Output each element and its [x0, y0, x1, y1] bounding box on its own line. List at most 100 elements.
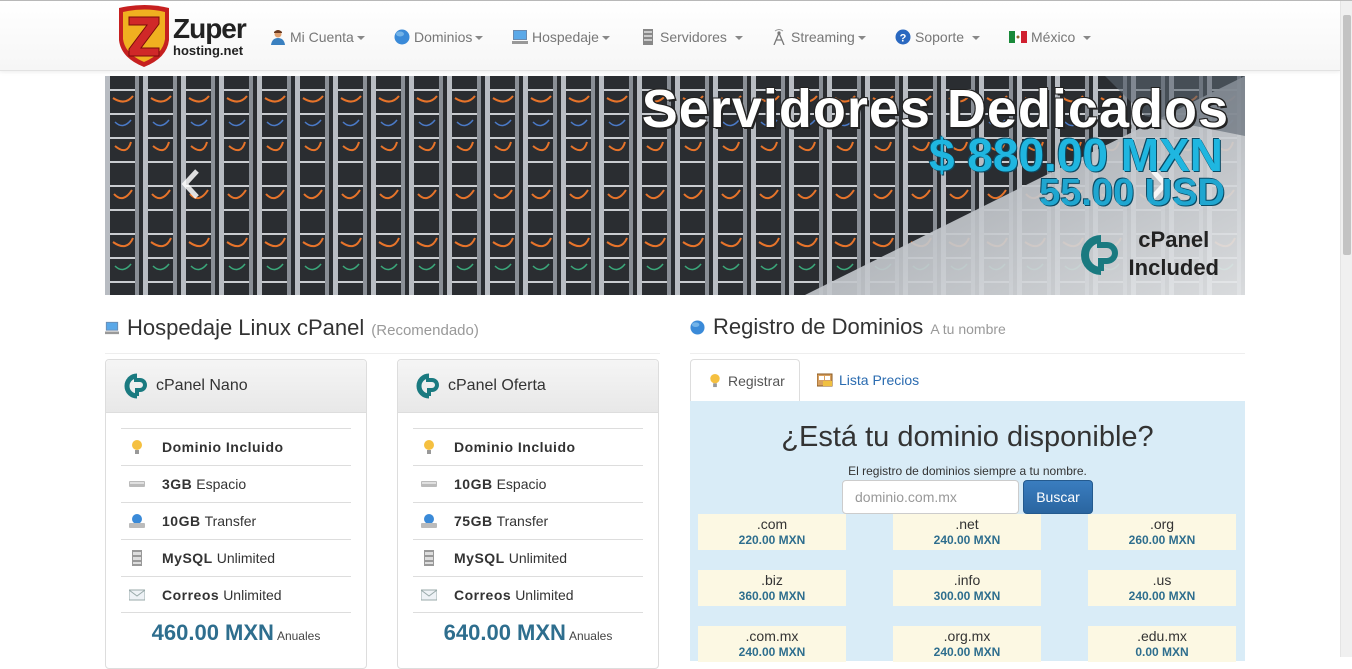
hosting-subtitle: (Recomendado) [371, 322, 479, 339]
globe-icon [690, 319, 705, 335]
caret-down-icon [601, 36, 610, 40]
caret-down-icon [734, 36, 743, 40]
svg-text:?: ? [900, 33, 907, 45]
plan-card-nano: cPanel Nano Dominio Incluido 3GB Espacio … [105, 359, 367, 669]
scrollbar-thumb[interactable] [1343, 15, 1351, 255]
vertical-scrollbar[interactable] [1340, 1, 1352, 657]
tld-card[interactable]: .biz 360.00 MXN [698, 570, 846, 606]
tld-card[interactable]: .org 260.00 MXN [1088, 514, 1236, 550]
domain-search-heading: ¿Está tu dominio disponible? [781, 421, 1154, 453]
feature-row: MySQL Unlimited [121, 539, 351, 576]
tld-card[interactable]: .com 220.00 MXN [698, 514, 846, 550]
domain-tabs: Registrar Lista Precios [690, 359, 1245, 401]
database-icon [424, 550, 434, 566]
brand-logo[interactable]: Zuper hosting.net [115, 4, 251, 68]
database-icon [132, 550, 142, 566]
user-icon [271, 30, 285, 45]
nav-dominios[interactable]: Dominios [394, 27, 484, 47]
tld-card[interactable]: .us 240.00 MXN [1088, 570, 1236, 606]
plan-price-period: Anuales [276, 629, 321, 643]
hard-drive-icon [129, 481, 145, 487]
nav-label: Dominios [414, 29, 473, 45]
tab-label: Lista Precios [839, 372, 920, 388]
caret-down-icon [1083, 36, 1092, 40]
domain-search-button[interactable]: Buscar [1023, 480, 1093, 514]
computer-icon [512, 30, 528, 44]
nav-mi-cuenta[interactable]: Mi Cuenta [270, 27, 365, 47]
divider [690, 353, 1245, 354]
lightbulb-icon [132, 440, 142, 454]
cpanel-logo-icon [1081, 235, 1118, 275]
hard-drive-icon [421, 481, 437, 487]
tab-lista-precios[interactable]: Lista Precios [817, 359, 919, 401]
divider [105, 353, 660, 354]
nav-label: Soporte [915, 29, 965, 45]
nav-label: Mi Cuenta [290, 29, 354, 45]
envelope-icon [129, 589, 145, 600]
carousel-prev-button[interactable] [179, 169, 203, 199]
nav-streaming[interactable]: Streaming [771, 27, 866, 47]
plan-header: cPanel Oferta [398, 360, 658, 413]
caret-down-icon [475, 36, 484, 40]
feature-row: 3GB Espacio [121, 465, 351, 502]
plan-price: 640.00 MXN Anuales [398, 620, 658, 646]
network-drive-icon [129, 514, 145, 528]
domains-title: Registro de Dominios [713, 314, 924, 339]
plan-features: Dominio Incluido 3GB Espacio 10GB Transfer… [121, 428, 351, 613]
nav-label: México [1031, 29, 1076, 45]
tab-registrar[interactable]: Registrar [690, 359, 800, 401]
feature-row: MySQL Unlimited [413, 539, 643, 576]
cpanel-logo-icon [416, 373, 439, 399]
tab-label: Registrar [728, 372, 785, 389]
banner-cpanel-included: cPanel Included [1129, 226, 1219, 282]
feature-row: Dominio Incluido [121, 428, 351, 465]
plan-header: cPanel Nano [106, 360, 366, 413]
hero-carousel[interactable]: Servidores Dedicados $ 880.00 MXN 55.00 … [105, 76, 1245, 295]
plan-price-value: 460.00 MXN [151, 620, 274, 645]
nav-label: Hospedaje [532, 29, 599, 45]
plan-name: cPanel Nano [156, 377, 248, 394]
nav-servidores[interactable]: Servidores [640, 27, 743, 47]
lightbulb-icon [710, 373, 720, 388]
svg-text:hosting.net: hosting.net [173, 43, 244, 58]
caret-down-icon [972, 36, 981, 40]
nav-label: Servidores [660, 29, 727, 45]
feature-row: 10GB Espacio [413, 465, 643, 502]
banner-cpanel-line2: Included [1128, 255, 1219, 280]
feature-row: Correos Unlimited [121, 576, 351, 613]
price-list-icon [817, 373, 833, 387]
nav-soporte[interactable]: ? Soporte [895, 27, 981, 47]
plan-card-oferta: cPanel Oferta Dominio Incluido 10GB Espac… [397, 359, 659, 669]
domain-search-subheading: El registro de dominios siempre a tu nom… [848, 464, 1087, 478]
zuper-shield-icon: Zuper hosting.net [119, 5, 248, 67]
lightbulb-icon [424, 440, 434, 454]
computer-icon [105, 321, 119, 335]
feature-row: Dominio Incluido [413, 428, 643, 465]
caret-down-icon [356, 36, 365, 40]
domains-subtitle: A tu nombre [930, 321, 1006, 337]
banner-cpanel-line1: cPanel [1138, 227, 1210, 252]
envelope-icon [421, 589, 437, 600]
network-drive-icon [421, 514, 437, 528]
help-icon: ? [895, 29, 911, 45]
navbar: Zuper hosting.net Mi Cuenta Dominios Hos… [0, 1, 1340, 71]
feature-row: 10GB Transfer [121, 502, 351, 539]
domain-search-input[interactable] [842, 480, 1019, 514]
tld-card[interactable]: .net 240.00 MXN [893, 514, 1041, 550]
svg-text:Zuper: Zuper [173, 13, 247, 44]
server-icon [643, 29, 653, 45]
mexico-flag-icon [1009, 31, 1027, 43]
cpanel-logo-icon [124, 373, 147, 399]
nav-hospedaje[interactable]: Hospedaje [512, 27, 610, 47]
feature-row: 75GB Transfer [413, 502, 643, 539]
tld-card[interactable]: .info 300.00 MXN [893, 570, 1041, 606]
plan-price: 460.00 MXN Anuales [106, 620, 366, 646]
plan-price-period: Anuales [568, 629, 613, 643]
nav-country[interactable]: México [1009, 27, 1092, 47]
domains-section-title: Registro de Dominios A tu nombre [690, 314, 1006, 340]
banner-price-usd: 55.00 USD [1039, 172, 1225, 214]
plan-price-value: 640.00 MXN [443, 620, 566, 645]
nav-label: Streaming [791, 29, 855, 45]
hosting-title: Hospedaje Linux cPanel [127, 315, 365, 340]
globe-icon [394, 29, 410, 45]
